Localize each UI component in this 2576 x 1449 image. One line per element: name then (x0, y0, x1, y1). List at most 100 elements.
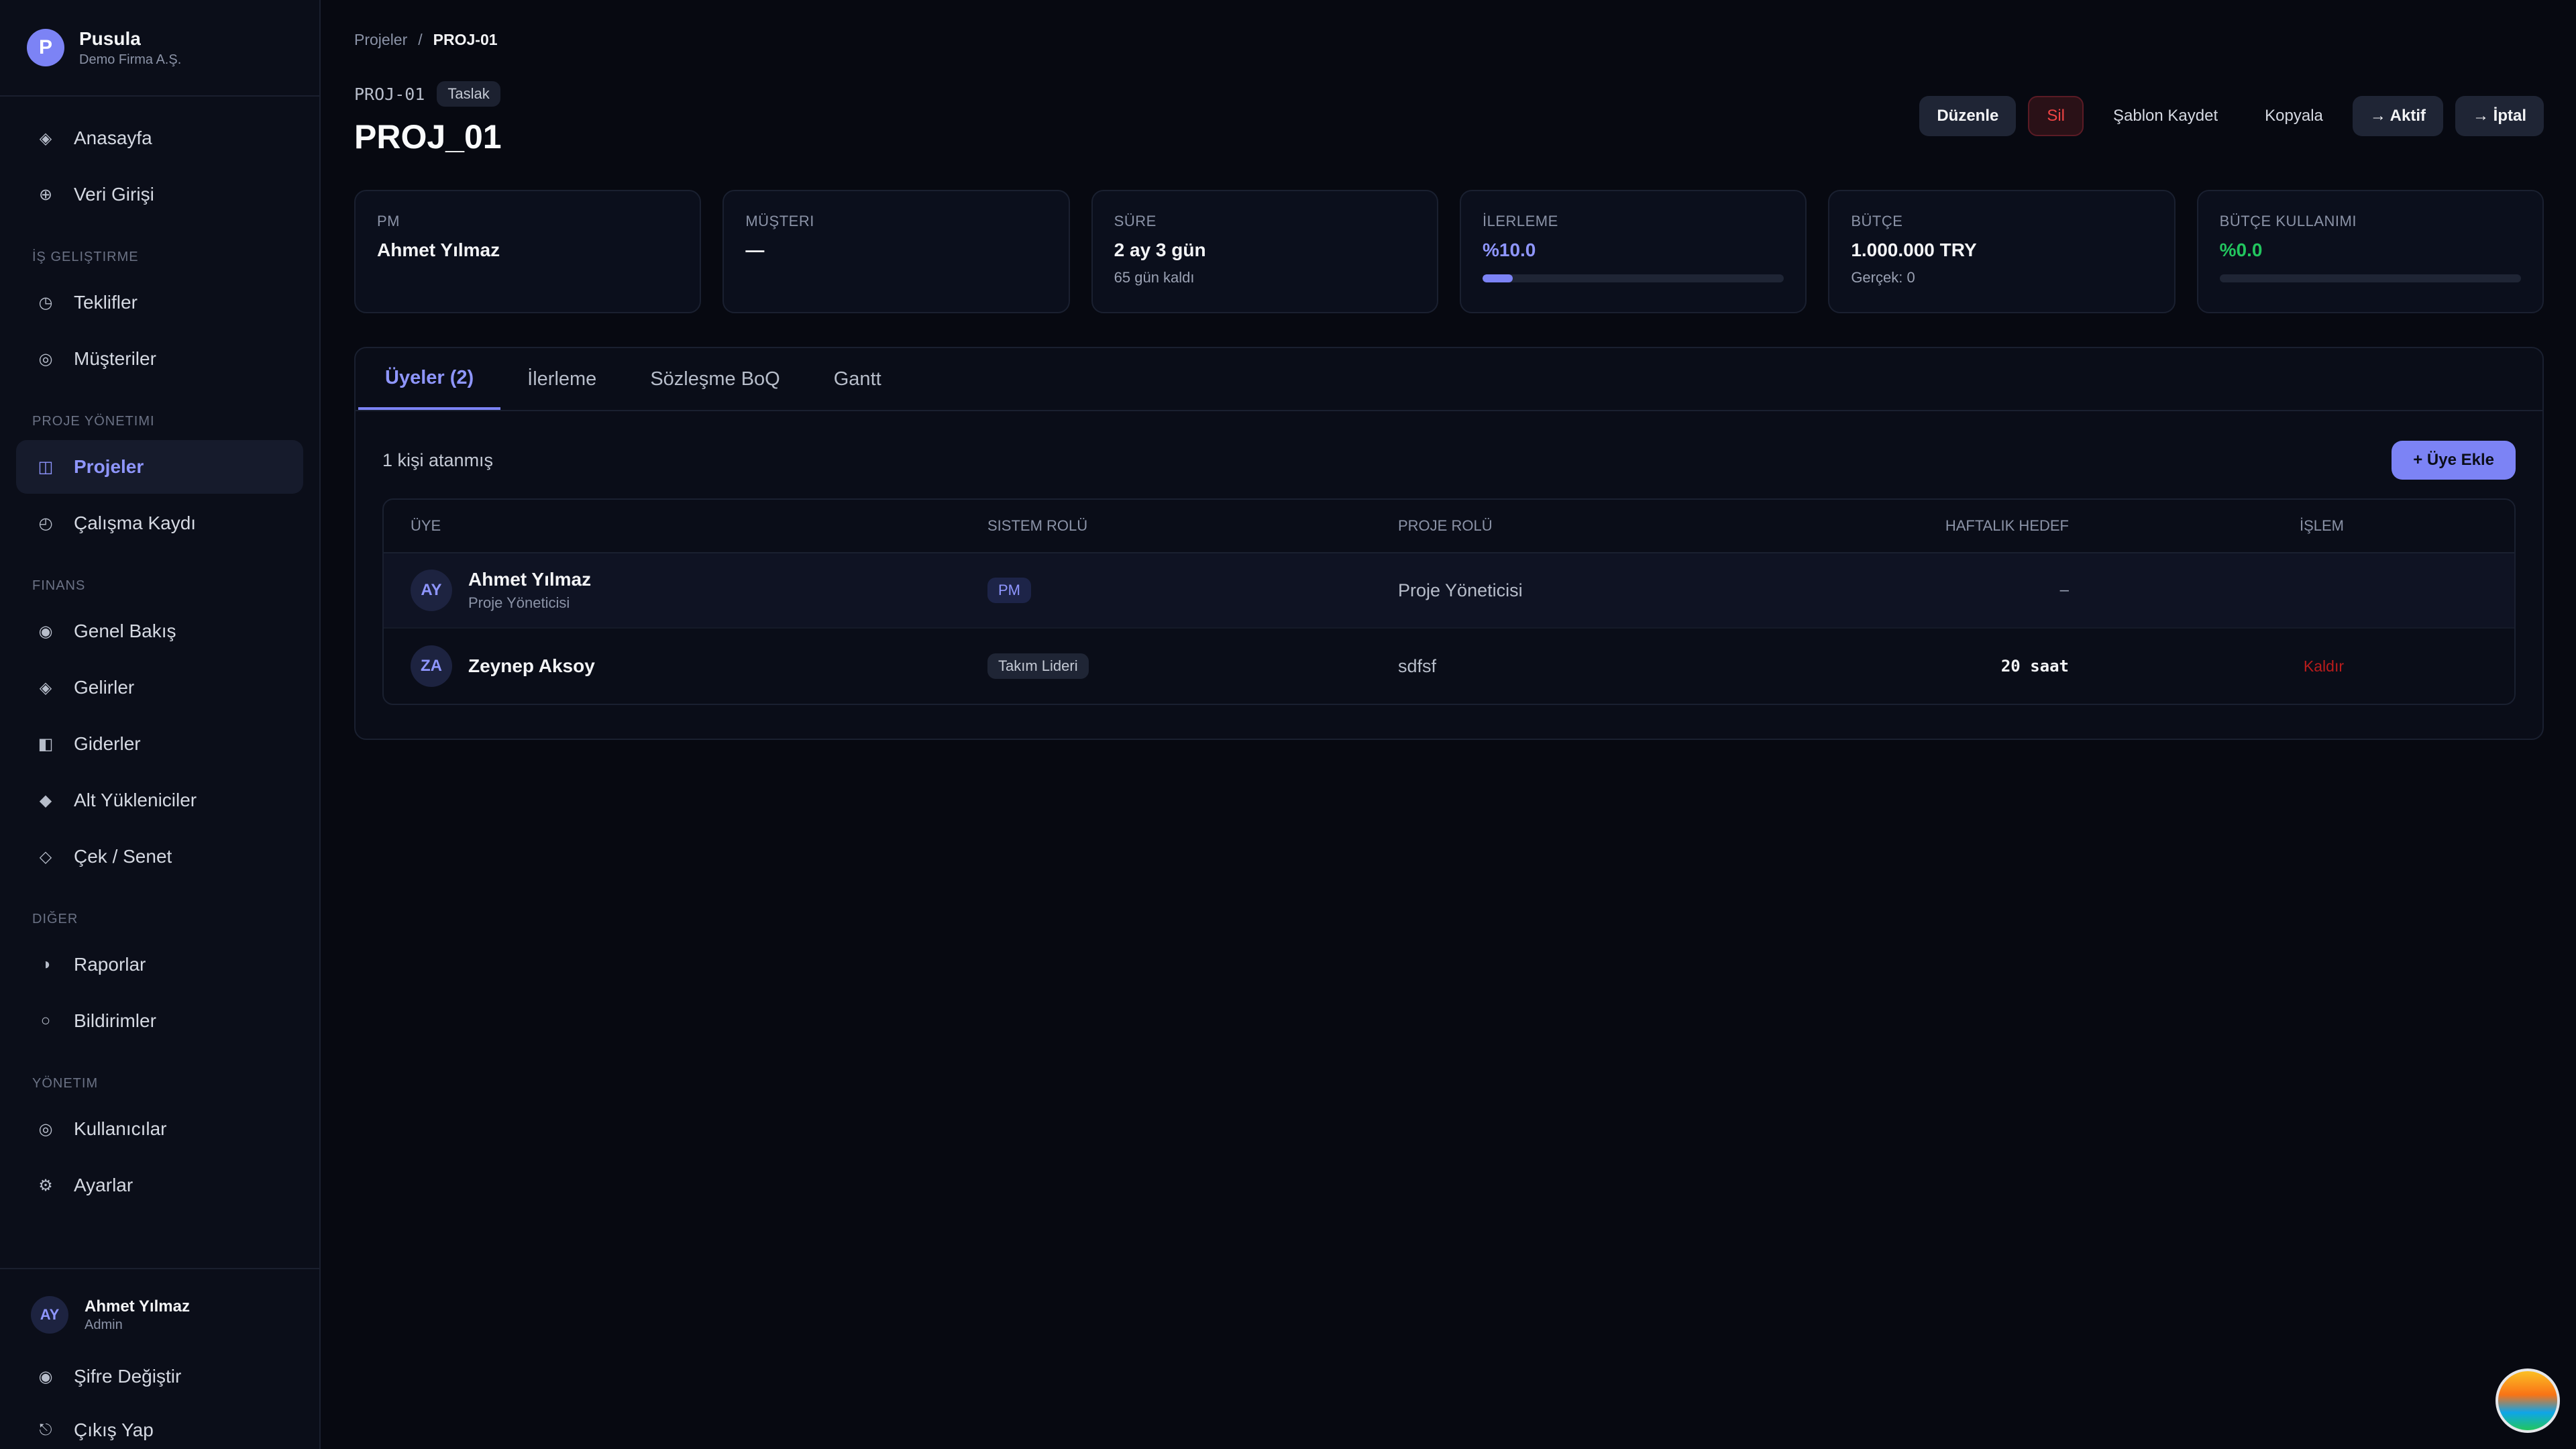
sidebar-item-gelirler[interactable]: ◈ Gelirler (16, 661, 303, 714)
summary-cards: PM Ahmet Yılmaz Müşteri — Süre 2 ay 3 gü… (354, 190, 2544, 313)
sidebar-item-anasayfa[interactable]: ◈ Anasayfa (16, 111, 303, 165)
brand-logo-icon: P (27, 29, 64, 66)
columns-icon: ◫ (38, 458, 54, 476)
remove-member-button[interactable]: Kaldır (2304, 657, 2344, 675)
gear-icon: ⚙ (38, 1176, 53, 1195)
card-budget: Bütçe 1.000.000 TRY Gerçek: 0 (1828, 190, 2176, 313)
table-row[interactable]: ZA Zeynep Aksoy Takım Lideri sdfsf 20 sa… (384, 629, 2514, 704)
save-template-button[interactable]: Şablon Kaydet (2096, 96, 2235, 136)
card-sub: Gerçek: 0 (1851, 269, 1915, 286)
diamond-dot-icon: ◈ (39, 678, 52, 697)
sidebar-item-label: Ayarlar (74, 1175, 133, 1195)
members-table: Üye Sistem Rolü Proje Rolü Haftalık Hede… (382, 498, 2516, 705)
sidebar-item-musteriler[interactable]: ◎ Müşteriler (16, 332, 303, 386)
project-role: sdfsf (1398, 655, 1437, 676)
section-label-proje-yonetimi: Proje Yönetimi (32, 414, 155, 429)
brand-company: Demo Firma A.Ş. (79, 52, 182, 67)
sidebar-item-giderler[interactable]: ◧ Giderler (16, 717, 303, 771)
sidebar-item-kullanicilar[interactable]: ◎ Kullanıcılar (16, 1102, 303, 1156)
half-square-icon: ◧ (38, 735, 54, 753)
section-label-diger: Diğer (32, 912, 78, 926)
sidebar-item-label: Bildirimler (74, 1010, 156, 1031)
sidebar-item-genel-bakis[interactable]: ◉ Genel Bakış (16, 604, 303, 658)
sidebar-item-calisma-kaydi[interactable]: ◴ Çalışma Kaydı (16, 496, 303, 550)
section-label-yonetim: Yönetim (32, 1076, 99, 1091)
logout-icon: ⎋ (39, 1421, 52, 1439)
tab-members[interactable]: Üyeler (2) (358, 348, 501, 410)
card-label: Müşteri (745, 213, 814, 229)
sidebar-item-projeler[interactable]: ◫ Projeler (16, 440, 303, 494)
members-panel: 1 kişi atanmış + Üye Ekle Üye Sistem Rol… (356, 411, 2542, 735)
copy-button[interactable]: Kopyala (2247, 96, 2341, 136)
sidebar-item-label: Giderler (74, 733, 141, 754)
radio-icon: ◉ (38, 622, 53, 641)
card-value: 1.000.000 TRY (1851, 239, 1977, 260)
header-actions: Düzenle Sil Şablon Kaydet Kopyala → Akti… (1919, 96, 2544, 136)
breadcrumb-current: PROJ-01 (433, 31, 498, 48)
brand-name: Pusula (79, 28, 141, 49)
tab-gantt[interactable]: Gantt (807, 348, 908, 410)
column-header-project-role: Proje Rolü (1398, 517, 1493, 534)
change-password-button[interactable]: ◉ Şifre Değiştir (16, 1350, 303, 1403)
current-user[interactable]: AY Ahmet Yılmaz Admin (16, 1288, 303, 1342)
sidebar-item-ayarlar[interactable]: ⚙ Ayarlar (16, 1159, 303, 1212)
tab-progress[interactable]: İlerleme (500, 348, 623, 410)
card-value: — (745, 239, 765, 260)
set-active-button[interactable]: → Aktif (2352, 96, 2443, 136)
set-cancel-button[interactable]: → İptal (2455, 96, 2544, 136)
sidebar-item-teklifler[interactable]: ◷ Teklifler (16, 276, 303, 329)
change-password-label: Şifre Değiştir (74, 1366, 182, 1387)
budget-usage-bar (2219, 274, 2521, 282)
sidebar-item-bildirimler[interactable]: ○ Bildirimler (16, 994, 303, 1048)
card-sub: 65 gün kaldı (1114, 269, 1195, 286)
sidebar-item-label: Alt Yükleniciler (74, 790, 197, 810)
sidebar-item-label: Projeler (74, 456, 144, 477)
sidebar-item-veri-girisi[interactable]: ⊕ Veri Girişi (16, 168, 303, 221)
clock-icon: ◷ (38, 293, 53, 312)
section-label-is-gelistirme: İş Geliştirme (32, 250, 139, 264)
page-title: PROJ_01 (354, 118, 502, 156)
sidebar-item-label: Teklifler (74, 292, 138, 313)
add-circle-icon: ⊕ (38, 185, 53, 204)
card-value: %10.0 (1482, 239, 1536, 260)
card-label: İlerleme (1482, 213, 1558, 229)
edit-button[interactable]: Düzenle (1919, 96, 2017, 136)
breadcrumb-root[interactable]: Projeler (354, 31, 407, 49)
column-header-action: İşlem (2299, 517, 2344, 534)
member-subtitle: Proje Yöneticisi (468, 594, 570, 611)
add-member-button[interactable]: + Üye Ekle (2392, 441, 2516, 480)
avatar: AY (411, 570, 452, 611)
user-name: Ahmet Yılmaz (85, 1297, 190, 1316)
card-progress: İlerleme %10.0 (1459, 190, 1807, 313)
sidebar-footer: AY Ahmet Yılmaz Admin ◉ Şifre Değiştir ⎋… (0, 1268, 319, 1449)
card-label: PM (377, 213, 400, 229)
breadcrumb-separator: / (418, 31, 423, 48)
card-customer: Müşteri — (722, 190, 1070, 313)
member-name: Ahmet Yılmaz (468, 569, 592, 590)
progress-bar (1482, 274, 1784, 282)
tab-contract-boq[interactable]: Sözleşme BoQ (623, 348, 806, 410)
card-pm: PM Ahmet Yılmaz (354, 190, 702, 313)
sidebar-item-alt-yukleniciler[interactable]: ◆ Alt Yükleniciler (16, 773, 303, 827)
avatar: AY (31, 1296, 68, 1334)
sidebar-item-cek-senet[interactable]: ◇ Çek / Senet (16, 830, 303, 883)
card-label: Bütçe Kullanımı (2219, 213, 2357, 229)
sidebar-item-label: Çalışma Kaydı (74, 513, 197, 533)
column-header-weekly-target: Haftalık Hedef (1945, 517, 2069, 534)
table-header: Üye Sistem Rolü Proje Rolü Haftalık Hede… (384, 500, 2514, 553)
column-header-member: Üye (411, 517, 441, 534)
logout-button[interactable]: ⎋ Çıkış Yap (16, 1403, 303, 1449)
sidebar-item-label: Raporlar (74, 954, 146, 975)
table-row[interactable]: AY Ahmet Yılmaz Proje Yöneticisi PM Proj… (384, 553, 2514, 629)
sidebar-item-raporlar[interactable]: ◑ Raporlar (16, 938, 303, 991)
assistant-avatar-icon[interactable] (2496, 1368, 2560, 1433)
progress-fill (1482, 274, 1513, 282)
column-header-system-role: Sistem Rolü (987, 517, 1088, 534)
users-icon: ◎ (38, 1120, 53, 1138)
brand[interactable]: P Pusula Demo Firma A.Ş. (0, 0, 319, 97)
sidebar-nav: ◈ Anasayfa ⊕ Veri Girişi İş Geliştirme ◷… (0, 97, 319, 1268)
logout-label: Çıkış Yap (74, 1419, 154, 1440)
delete-button[interactable]: Sil (2028, 96, 2084, 136)
sidebar-item-label: Müşteriler (74, 348, 156, 369)
assigned-count: 1 kişi atanmış (382, 449, 494, 470)
